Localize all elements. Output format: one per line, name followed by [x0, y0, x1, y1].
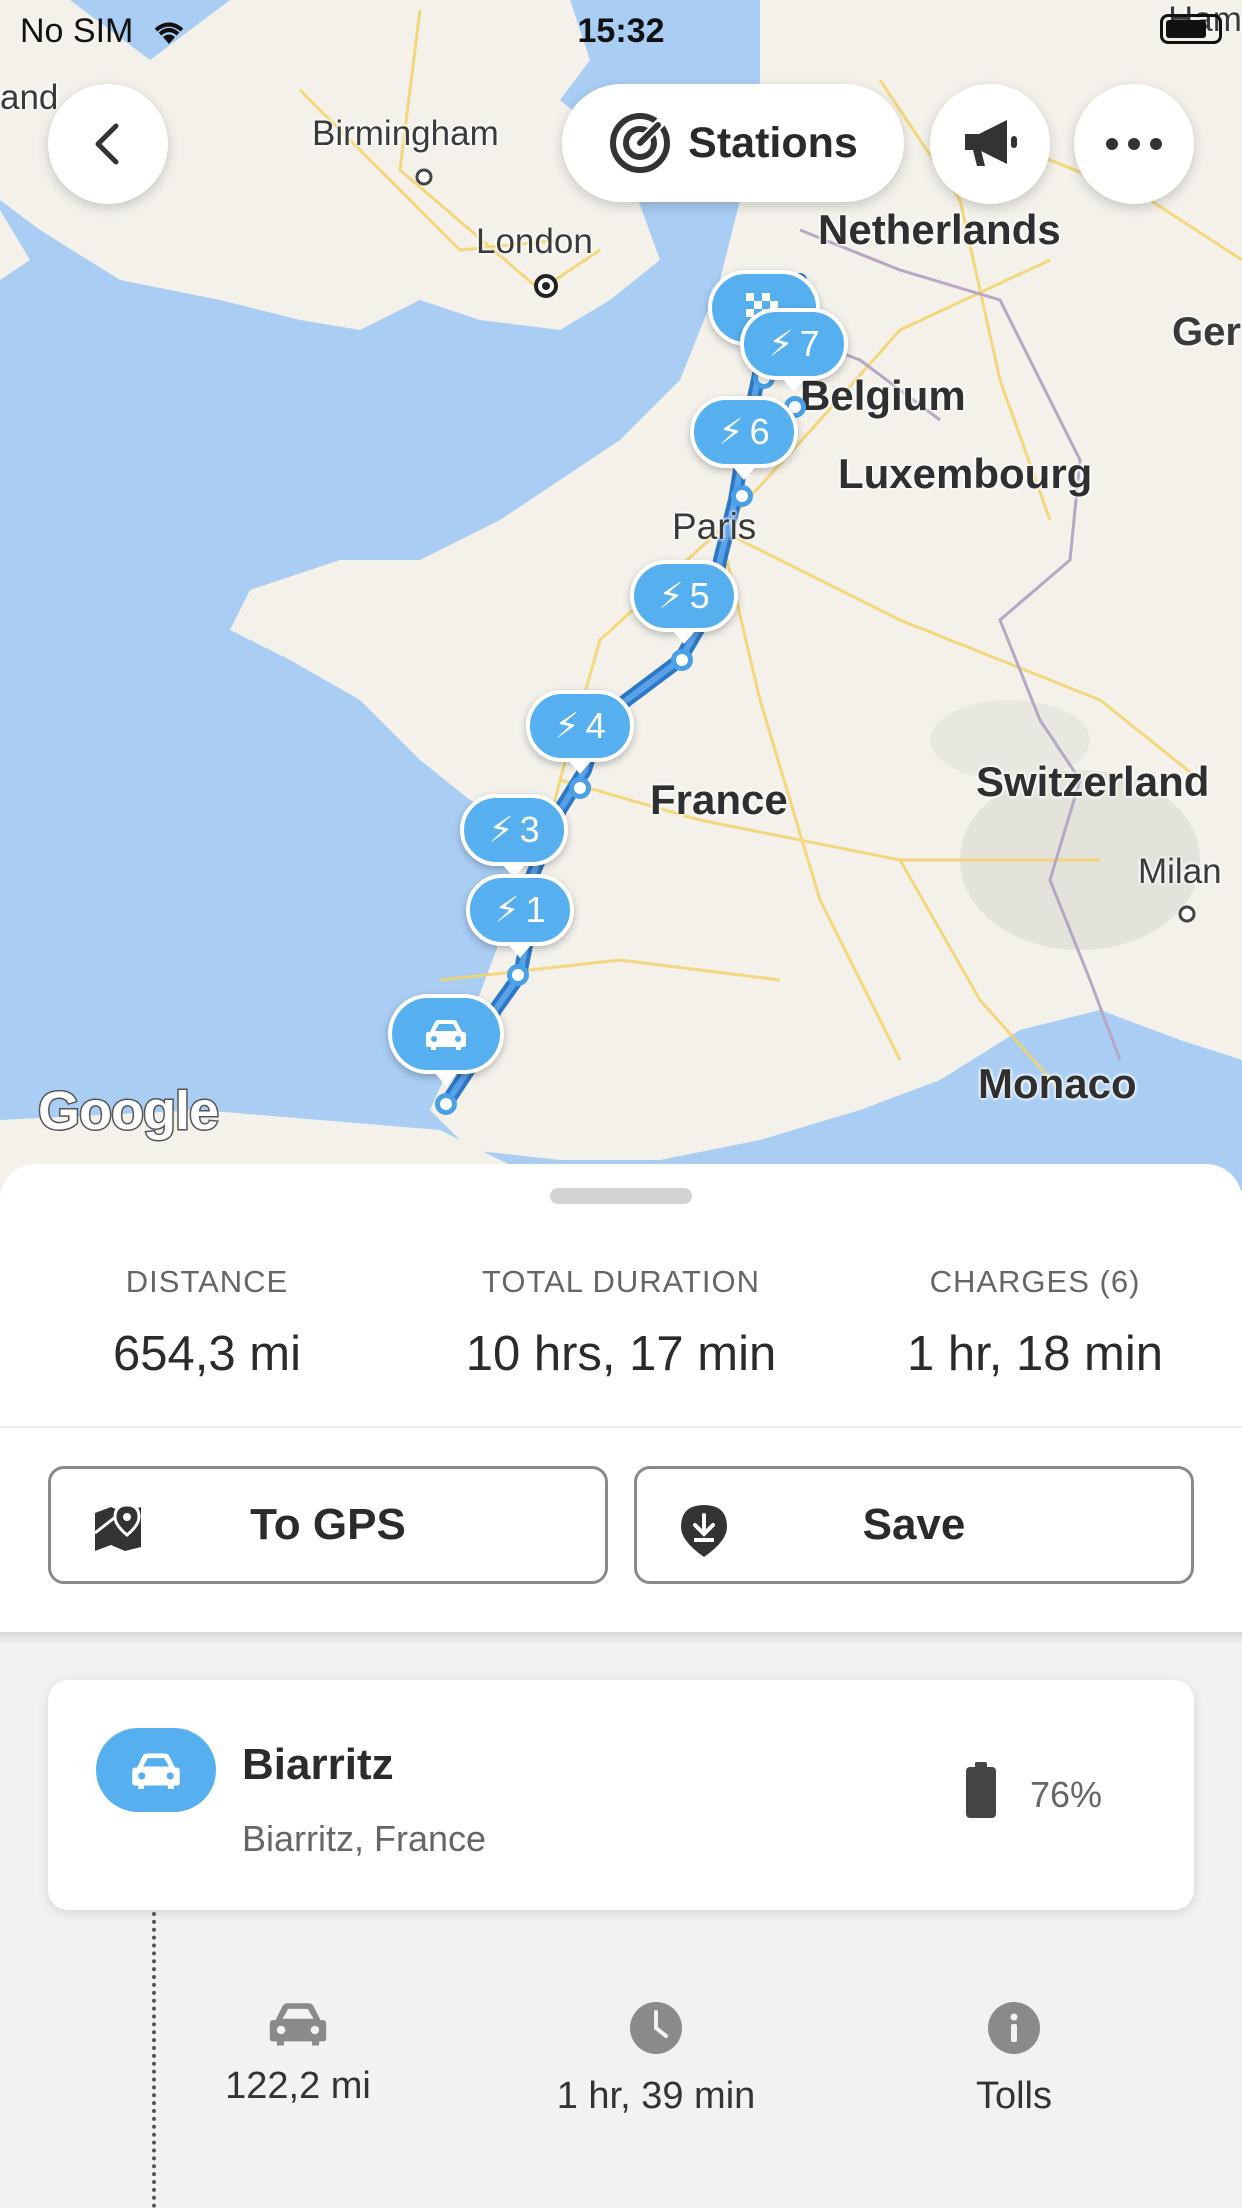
map-label-germany: Ger [1172, 310, 1241, 354]
origin-subtitle: Biarritz, France [242, 1818, 487, 1859]
leg-tolls[interactable]: Tolls [884, 2000, 1144, 2118]
clock-icon [630, 2002, 682, 2054]
charge-stop-pin[interactable]: ⚡ 6 [690, 396, 798, 480]
status-bar: No SIM 15:32 [0, 0, 1242, 60]
map-label-switzerland: Switzerland [976, 758, 1210, 805]
battery-icon [966, 1762, 996, 1818]
lightning-icon: ⚡ [494, 889, 520, 930]
leg-distance: 122,2 mi [168, 2000, 428, 2108]
lightning-icon: ⚡ [718, 411, 744, 452]
route-point [569, 777, 591, 799]
lightning-icon: ⚡ [658, 575, 684, 616]
lightning-icon: ⚡ [488, 809, 514, 850]
origin-card[interactable]: Biarritz Biarritz, France 76% [48, 1680, 1194, 1910]
charge-stop-pin[interactable]: ⚡ 3 [460, 794, 568, 878]
route-timeline-line [152, 1912, 156, 2208]
origin-pin[interactable] [388, 994, 504, 1086]
map-label-ireland: and [0, 78, 59, 117]
map-label-netherlands: Netherlands [818, 206, 1061, 253]
sheet-grabber[interactable] [550, 1188, 692, 1204]
clock: 15:32 [577, 12, 665, 50]
duration-label: TOTAL DURATION [481, 1264, 761, 1299]
distance-value: 654,3 mi [113, 1327, 301, 1381]
route-point [671, 649, 693, 671]
stations-button[interactable]: Stations [562, 84, 904, 202]
origin-title: Biarritz [242, 1740, 394, 1789]
charge-stop-pin[interactable]: ⚡ 1 [466, 874, 574, 958]
origin-battery-value: 76% [1030, 1774, 1103, 1815]
map-label-monaco: Monaco [978, 1060, 1137, 1107]
map-pin-icon [94, 1503, 141, 1551]
stations-label: Stations [688, 118, 858, 167]
battery-icon [1160, 14, 1222, 44]
divider [0, 1426, 1242, 1428]
save-button[interactable]: Save [634, 1466, 1194, 1584]
route-summary-sheet[interactable]: DISTANCE 654,3 mi TOTAL DURATION 10 hrs,… [0, 1164, 1242, 1636]
distance-stat: DISTANCE 654,3 mi [0, 1264, 414, 1382]
charges-value: 1 hr, 18 min [906, 1327, 1164, 1381]
car-icon [426, 1020, 466, 1050]
leg-tolls-label: Tolls [975, 2075, 1053, 2117]
route-point [731, 485, 753, 507]
map-label-belgium: Belgium [800, 372, 966, 419]
megaphone-icon [965, 120, 1017, 166]
charge-stop-pin[interactable]: ⚡ 5 [630, 560, 738, 644]
distance-label: DISTANCE [125, 1264, 289, 1299]
charge-stop-pin[interactable]: ⚡ 4 [526, 690, 634, 774]
save-label: Save [862, 1500, 966, 1549]
car-icon [269, 2003, 327, 2046]
map-label-milan: Milan [1138, 852, 1222, 891]
leg-duration: 1 hr, 39 min [526, 2000, 786, 2118]
map-label-luxembourg: Luxembourg [838, 450, 1093, 497]
info-icon [988, 2002, 1040, 2054]
chevron-left-icon [95, 123, 119, 165]
route-point [507, 964, 529, 986]
lightning-icon: ⚡ [554, 705, 580, 746]
to-gps-label: To GPS [250, 1500, 406, 1549]
charge-stop-pin[interactable]: ⚡ 7 [740, 308, 848, 392]
google-attribution: Google [37, 1080, 221, 1143]
announce-button[interactable] [930, 84, 1050, 204]
radar-icon [610, 113, 671, 173]
charges-stat: CHARGES (6) 1 hr, 18 min [828, 1264, 1242, 1382]
leg-distance-value: 122,2 mi [225, 2065, 371, 2107]
charges-label: CHARGES (6) [929, 1264, 1141, 1299]
map-label-london: London [476, 222, 593, 261]
leg-duration-value: 1 hr, 39 min [556, 2075, 756, 2117]
back-button[interactable] [48, 84, 168, 204]
download-pin-icon [681, 1505, 727, 1557]
more-options-button[interactable] [1074, 84, 1194, 204]
to-gps-button[interactable]: To GPS [48, 1466, 608, 1584]
lightning-icon: ⚡ [768, 323, 794, 364]
map-label-france: France [650, 776, 788, 823]
sheet-shadow [0, 1632, 1242, 1644]
map-label-paris: Paris [672, 506, 757, 547]
duration-stat: TOTAL DURATION 10 hrs, 17 min [414, 1264, 828, 1382]
origin-badge [96, 1728, 216, 1812]
more-icon [1106, 138, 1162, 150]
car-icon [132, 1753, 180, 1789]
map-label-birmingham: Birmingham [312, 114, 499, 153]
route-point [435, 1093, 457, 1115]
duration-value: 10 hrs, 17 min [465, 1327, 777, 1381]
